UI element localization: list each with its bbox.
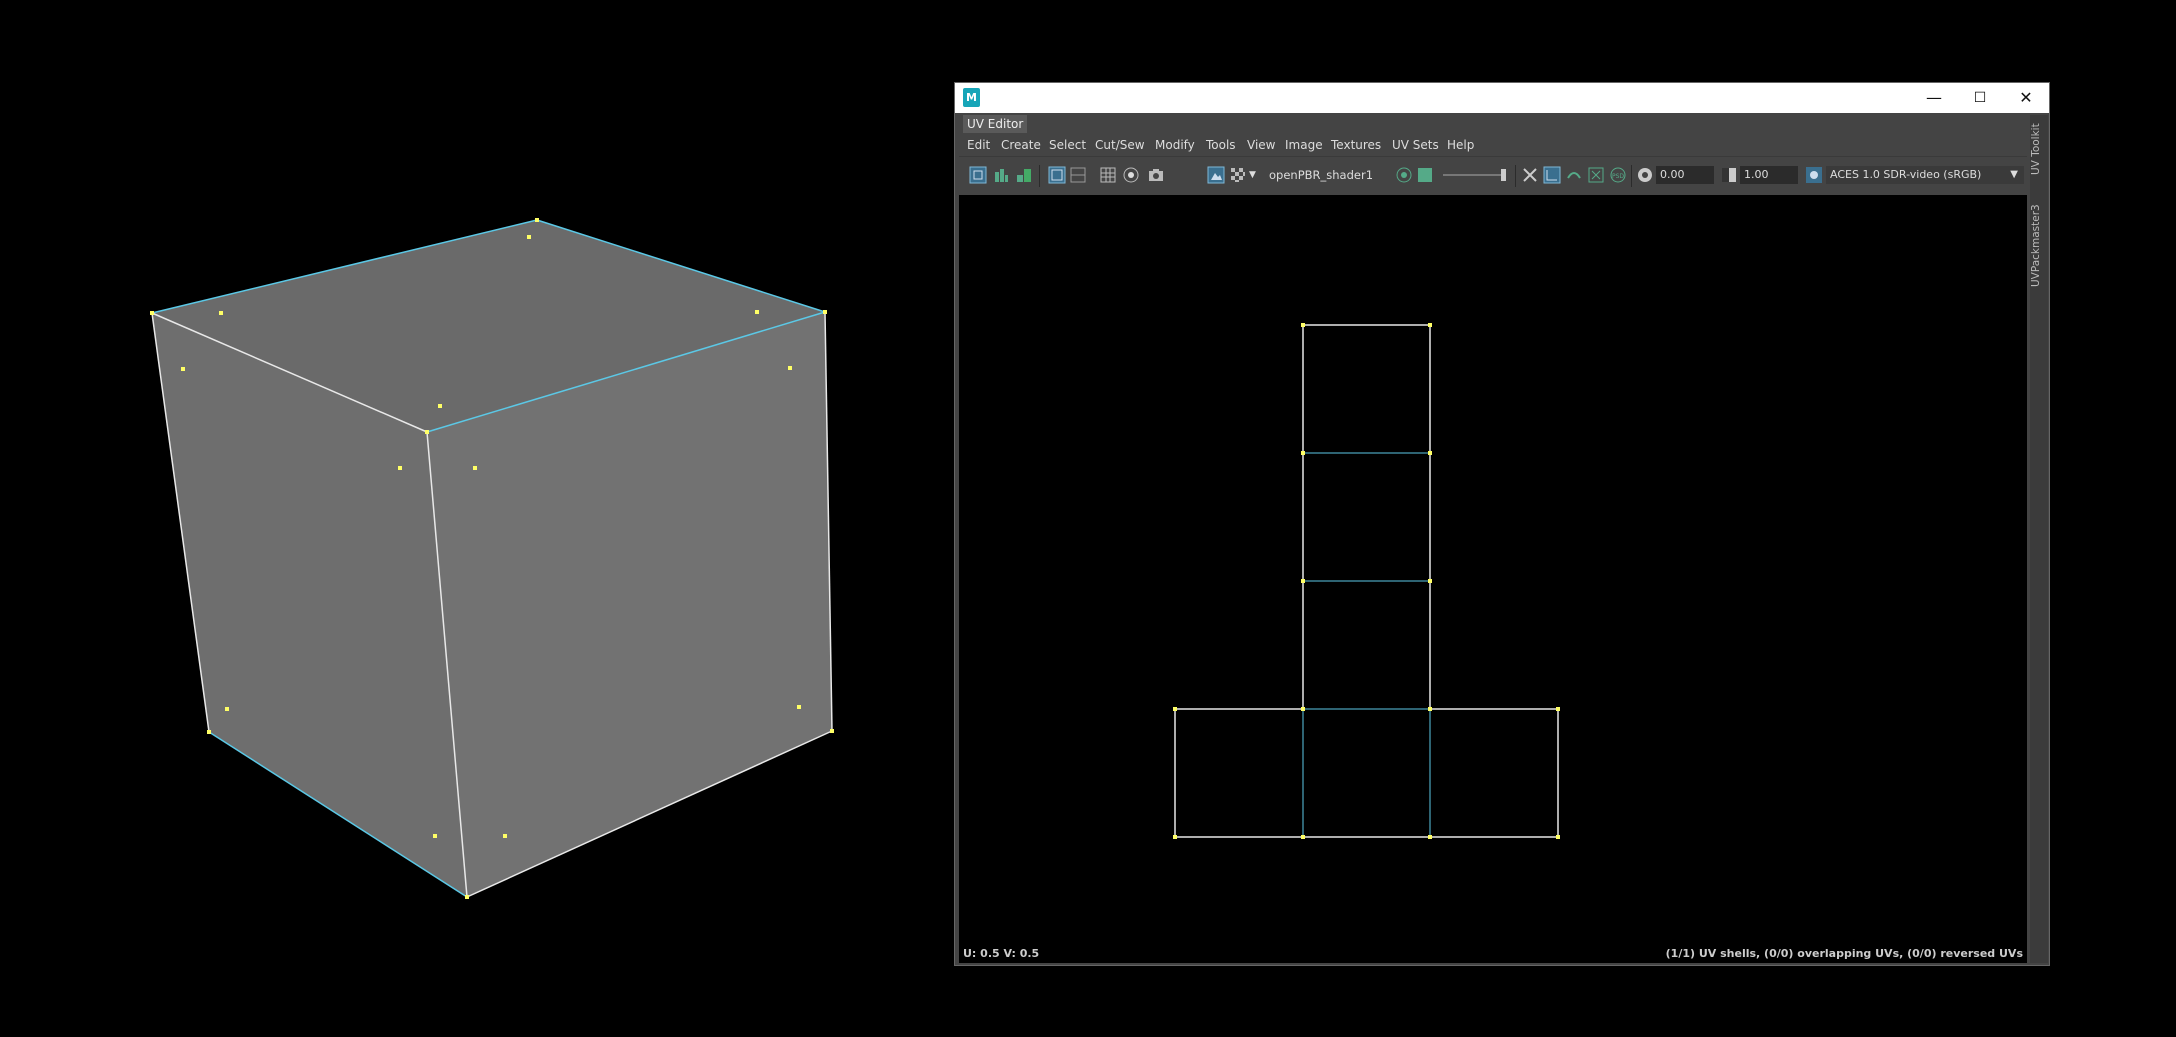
frame-icon[interactable] (1048, 166, 1066, 184)
tab-uvpackmaster3[interactable]: UVPackmaster3 (2030, 197, 2048, 287)
exposure-icon[interactable] (1636, 166, 1654, 184)
layout-icon[interactable] (1015, 166, 1033, 184)
svg-text:PSD: PSD (1612, 173, 1624, 180)
title-bar[interactable]: M — ☐ ✕ (955, 83, 2049, 113)
menu-view[interactable]: View (1247, 134, 1275, 156)
camera-icon[interactable] (1147, 166, 1165, 184)
menu-edit[interactable]: Edit (967, 134, 990, 156)
menu-create[interactable]: Create (1001, 134, 1041, 156)
maximize-button[interactable]: ☐ (1957, 83, 2003, 113)
checker-dropdown-icon[interactable]: ▼ (1249, 166, 1256, 184)
exposure-slider[interactable] (1441, 166, 1511, 184)
color-space-label: ACES 1.0 SDR-video (sRGB) (1830, 168, 1982, 181)
uv-select-icon[interactable] (969, 166, 987, 184)
shell-info: (1/1) UV shells, (0/0) overlapping UVs, … (1665, 947, 2023, 960)
separator (1515, 165, 1516, 187)
menu-tools[interactable]: Tools (1206, 134, 1236, 156)
shader-name[interactable]: openPBR_shader1 (1269, 166, 1373, 184)
menu-modify[interactable]: Modify (1155, 134, 1195, 156)
minimize-button[interactable]: — (1911, 83, 1957, 113)
menu-help[interactable]: Help (1447, 134, 1474, 156)
menu-image[interactable]: Image (1285, 134, 1323, 156)
side-tab-strip: UV Toolkit UVPackmaster3 (2030, 115, 2048, 963)
menu-bar: Edit Create Select Cut/Sew Modify Tools … (959, 134, 2027, 157)
psd-icon[interactable]: PSD (1609, 166, 1627, 184)
shaded-uvs-icon[interactable] (1543, 166, 1561, 184)
distortion-icon[interactable] (1565, 166, 1583, 184)
gamma-field[interactable]: 1.00 (1740, 166, 1798, 184)
status-bar: U: 0.5 V: 0.5 (1/1) UV shells, (0/0) ove… (959, 945, 2027, 963)
uv-seam-edges (1302, 452, 1431, 837)
separator (1631, 165, 1632, 187)
menu-textures[interactable]: Textures (1331, 134, 1381, 156)
image-icon[interactable] (1416, 166, 1434, 184)
panel-label: UV Editor (963, 115, 1028, 133)
texture-display-icon[interactable] (1207, 166, 1225, 184)
menu-select[interactable]: Select (1049, 134, 1086, 156)
toolbar: ▼ openPBR_shader1 PSD 0.00 1.00 ACES 1.0… (959, 157, 2027, 195)
frame-all-icon[interactable] (1069, 166, 1087, 184)
color-space-select[interactable]: ACES 1.0 SDR-video (sRGB) ▼ (1826, 166, 2024, 184)
overlap-icon[interactable] (1587, 166, 1605, 184)
snap-icon[interactable] (1122, 166, 1140, 184)
checker-icon[interactable] (1229, 166, 1247, 184)
isolate-icon[interactable] (1521, 166, 1539, 184)
menu-uv-sets[interactable]: UV Sets (1392, 134, 1439, 156)
uv-coordinate-readout: U: 0.5 V: 0.5 (963, 947, 1040, 960)
tab-uv-toolkit[interactable]: UV Toolkit (2030, 115, 2048, 175)
exposure-field[interactable]: 0.00 (1656, 166, 1714, 184)
chevron-down-icon: ▼ (2010, 169, 2018, 180)
shell-icon[interactable] (992, 166, 1010, 184)
color-management-icon[interactable] (1805, 166, 1823, 184)
close-button[interactable]: ✕ (2003, 83, 2049, 113)
grid-icon[interactable] (1099, 166, 1117, 184)
uv-canvas[interactable] (959, 195, 2027, 945)
rgb-channels-icon[interactable] (1395, 166, 1413, 184)
viewport-3d[interactable] (0, 0, 940, 1037)
gamma-icon[interactable] (1720, 166, 1738, 184)
menu-cut-sew[interactable]: Cut/Sew (1095, 134, 1145, 156)
uv-editor-window: M — ☐ ✕ UV Editor Edit Create Select Cut… (955, 83, 2049, 965)
separator (1039, 165, 1040, 187)
maya-app-icon: M (963, 88, 980, 107)
